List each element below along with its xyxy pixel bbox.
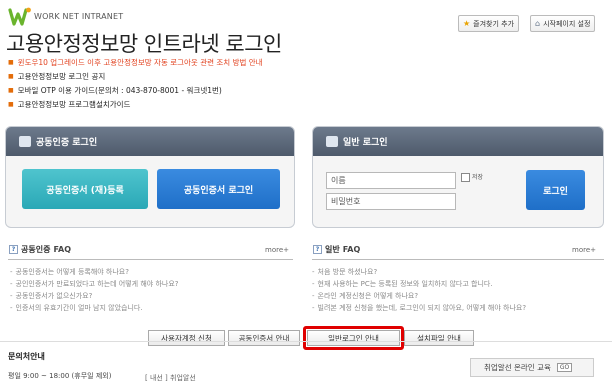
bullet-icon: ■ bbox=[8, 101, 14, 108]
contact-extension: [ 내선 ] 취업알선 bbox=[145, 374, 196, 382]
faq-item-text: 온라인 계정신청은 어떻게 하나요? bbox=[317, 292, 419, 300]
faq-item[interactable]: - 처음 방문 하셨나요? bbox=[312, 267, 377, 277]
save-checkbox[interactable] bbox=[461, 173, 470, 182]
faq-normal-title: ? 일반 FAQ bbox=[313, 244, 360, 255]
bullet-icon: ■ bbox=[8, 87, 14, 94]
faq-item[interactable]: - 공동인증서가 없으신가요? bbox=[10, 291, 92, 301]
home-icon: ⌂ bbox=[535, 19, 541, 28]
faq-item-text: 인증서의 유효기간이 얼마 남지 않았습니다. bbox=[15, 304, 143, 312]
faq-item[interactable]: - 공동인증서는 어떻게 등록해야 하나요? bbox=[10, 267, 129, 277]
notice-item[interactable]: ■ 모바일 OTP 이용 가이드(문의처 : 043-870-8001 - 워크… bbox=[8, 85, 222, 96]
notice-text: 윈도우10 업그레이드 이후 고용안정정보망 자동 로그아웃 관련 조치 방법 … bbox=[17, 58, 263, 67]
divider bbox=[8, 259, 293, 260]
password-placeholder: 비밀번호 bbox=[331, 197, 361, 206]
faq-item-text: 공동인증서는 어떻게 등록해야 하나요? bbox=[15, 268, 129, 276]
question-icon: ? bbox=[9, 245, 18, 254]
faq-item[interactable]: - 현재 사용하는 PC는 등록된 정보와 일치하지 않다고 합니다. bbox=[312, 279, 493, 289]
question-icon: ? bbox=[313, 245, 322, 254]
login-button[interactable]: 로그인 bbox=[526, 170, 585, 210]
user-lock-icon bbox=[326, 136, 338, 147]
faq-item[interactable]: - 온라인 계정신청은 어떻게 하나요? bbox=[312, 291, 418, 301]
notice-text: 고용안정정보망 프로그램설치가이드 bbox=[17, 100, 131, 109]
add-favorite-button[interactable]: ★ 즐겨찾기 추가 bbox=[458, 15, 520, 32]
set-homepage-button[interactable]: ⌂ 시작페이지 설정 bbox=[530, 15, 596, 32]
divider bbox=[0, 341, 612, 342]
faq-normal-more-link[interactable]: more+ bbox=[572, 246, 596, 254]
normal-login-panel-header: 일반 로그인 bbox=[313, 127, 603, 156]
notice-item[interactable]: ■ 고용안정정보망 로그인 공지 bbox=[8, 71, 105, 82]
faq-category: 일반 bbox=[325, 245, 340, 254]
notice-item[interactable]: ■ 고용안정정보망 프로그램설치가이드 bbox=[8, 99, 130, 110]
faq-item[interactable]: - 빌려본 계정 신청을 했는데, 로그인이 되지 않아요, 어떻게 해야 하나요… bbox=[312, 303, 526, 313]
faq-item-text: 공동인증서가 없으신가요? bbox=[15, 292, 93, 300]
contact-hours: 평일 9:00 ~ 18:00 (휴무일 제외) bbox=[8, 372, 112, 380]
normal-login-title: 일반 로그인 bbox=[343, 138, 388, 148]
faq-label: FAQ bbox=[53, 245, 71, 254]
worknet-logo-icon bbox=[8, 7, 31, 26]
highlight-box bbox=[303, 326, 404, 350]
star-icon: ★ bbox=[463, 19, 471, 28]
divider bbox=[312, 259, 604, 260]
online-education-button[interactable]: 취업알선 온라인 교육 GO bbox=[470, 358, 594, 377]
cert-login-title: 공동인증 로그인 bbox=[36, 138, 98, 148]
notice-item[interactable]: ■ 윈도우10 업그레이드 이후 고용안정정보망 자동 로그아웃 관련 조치 방… bbox=[8, 57, 263, 68]
faq-cert-more-link[interactable]: more+ bbox=[265, 246, 289, 254]
set-homepage-label: 시작페이지 설정 bbox=[543, 19, 591, 28]
tab-account-request[interactable]: 사용자계정 신청 bbox=[148, 330, 225, 346]
save-label: 저장 bbox=[472, 174, 484, 181]
online-education-label: 취업알선 온라인 교육 bbox=[484, 363, 551, 372]
notice-text: 모바일 OTP 이용 가이드(문의처 : 043-870-8001 - 워크넷1… bbox=[17, 86, 222, 95]
cert-login-panel-header: 공동인증 로그인 bbox=[6, 127, 294, 156]
name-input[interactable]: 이름 bbox=[326, 172, 456, 189]
certificate-icon bbox=[19, 136, 31, 147]
faq-item-text: 처음 방문 하셨나요? bbox=[317, 268, 378, 276]
cert-login-button[interactable]: 공동인증서 로그인 bbox=[157, 169, 280, 209]
logo-text: WORK NET INTRANET bbox=[34, 12, 124, 21]
password-input[interactable]: 비밀번호 bbox=[326, 193, 456, 210]
go-badge: GO bbox=[556, 363, 573, 372]
add-favorite-label: 즐겨찾기 추가 bbox=[473, 19, 515, 28]
cert-register-button[interactable]: 공동인증서 (재)등록 bbox=[22, 169, 148, 209]
faq-label: FAQ bbox=[342, 245, 361, 254]
contact-title: 문의처안내 bbox=[8, 352, 45, 361]
name-placeholder: 이름 bbox=[331, 176, 346, 185]
faq-item-text: 빌려본 계정 신청을 했는데, 로그인이 되지 않아요, 어떻게 해야 하나요? bbox=[317, 304, 527, 312]
faq-category: 공동인증 bbox=[21, 245, 51, 254]
tab-cert-guide[interactable]: 공동인증서 안내 bbox=[228, 330, 300, 346]
faq-item[interactable]: - 인증서의 유효기간이 얼마 남지 않았습니다. bbox=[10, 303, 143, 313]
bullet-icon: ■ bbox=[8, 59, 14, 66]
page-title: 고용안정정보망 인트라넷 로그인 bbox=[6, 32, 282, 56]
faq-item-text: 공인인증서가 만료되었다고 하는데 어떻게 해야 하나요? bbox=[15, 280, 179, 288]
faq-item-text: 현재 사용하는 PC는 등록된 정보와 일치하지 않다고 합니다. bbox=[317, 280, 493, 288]
bullet-icon: ■ bbox=[8, 73, 14, 80]
notice-text: 고용안정정보망 로그인 공지 bbox=[17, 72, 106, 81]
tab-install-guide[interactable]: 설치파일 안내 bbox=[404, 330, 474, 346]
faq-item[interactable]: - 공인인증서가 만료되었다고 하는데 어떻게 해야 하나요? bbox=[10, 279, 179, 289]
faq-cert-title: ? 공동인증 FAQ bbox=[9, 244, 71, 255]
